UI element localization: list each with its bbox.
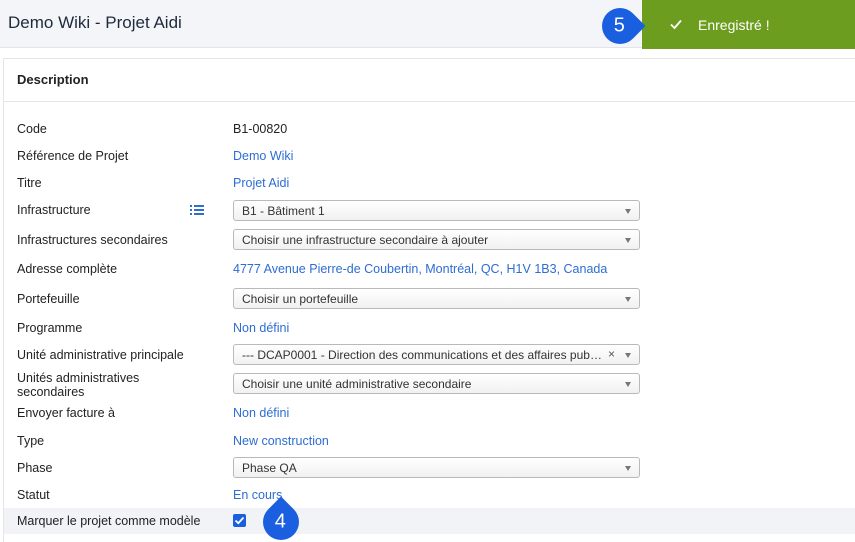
- portfolio-placeholder: Choisir un portefeuille: [242, 292, 359, 306]
- label-invoice-to: Envoyer facture à: [17, 406, 115, 420]
- label-status: Statut: [17, 488, 50, 502]
- label-main-unit: Unité administrative principale: [17, 348, 184, 362]
- label-title: Titre: [17, 176, 42, 190]
- chevron-down-icon: [625, 466, 631, 471]
- label-portfolio: Portefeuille: [17, 292, 80, 306]
- row-secondary-units: Unités administratives secondaires Chois…: [4, 369, 855, 399]
- row-status: Statut En cours: [4, 481, 855, 507]
- label-template: Marquer le projet comme modèle: [17, 514, 201, 528]
- infrastructure-select[interactable]: B1 - Bâtiment 1: [233, 200, 640, 221]
- check-icon: [670, 19, 682, 30]
- template-checkbox[interactable]: [233, 514, 246, 527]
- secondary-infra-placeholder: Choisir une infrastructure secondaire à …: [242, 233, 489, 247]
- link-program[interactable]: Non défini: [233, 321, 289, 335]
- description-panel: Description Code B1-00820 Référence de P…: [3, 58, 855, 542]
- chevron-down-icon: [625, 209, 631, 214]
- saved-toast: Enregistré !: [642, 0, 855, 49]
- main-unit-value: --- DCAP0001 - Direction des communicati…: [242, 348, 602, 362]
- phase-select-value: Phase QA: [242, 461, 297, 475]
- label-phase: Phase: [17, 461, 53, 475]
- toast-message: Enregistré !: [698, 17, 770, 33]
- label-program: Programme: [17, 321, 83, 335]
- close-icon[interactable]: ×: [608, 347, 615, 361]
- secondary-units-placeholder: Choisir une unité administrative seconda…: [242, 377, 472, 391]
- label-infrastructure: Infrastructure: [17, 203, 91, 217]
- label-secondary-infra: Infrastructures secondaires: [17, 233, 168, 247]
- row-secondary-infra: Infrastructures secondaires Choisir une …: [4, 226, 855, 252]
- secondary-units-select[interactable]: Choisir une unité administrative seconda…: [233, 373, 640, 394]
- value-code: B1-00820: [233, 122, 288, 136]
- link-status[interactable]: En cours: [233, 488, 282, 502]
- page-title: Demo Wiki - Projet Aidi: [8, 13, 182, 32]
- chevron-down-icon: [625, 238, 631, 243]
- list-icon[interactable]: [190, 204, 204, 216]
- portfolio-select[interactable]: Choisir un portefeuille: [233, 288, 640, 309]
- secondary-infra-select[interactable]: Choisir une infrastructure secondaire à …: [233, 229, 640, 250]
- label-address: Adresse complète: [17, 262, 118, 276]
- label-secondary-units: Unités administratives secondaires: [17, 371, 140, 399]
- row-address: Adresse complète 4777 Avenue Pierre-de C…: [4, 256, 855, 282]
- row-type: Type New construction: [4, 427, 855, 453]
- row-program: Programme Non défini: [4, 314, 855, 340]
- link-title[interactable]: Projet Aidi: [233, 176, 289, 190]
- label-type: Type: [17, 434, 45, 448]
- step-badge-4-label: 4: [275, 510, 287, 533]
- chevron-down-icon: [625, 382, 631, 387]
- row-portfolio: Portefeuille Choisir un portefeuille: [4, 285, 855, 311]
- row-phase: Phase Phase QA: [4, 454, 855, 480]
- chevron-down-icon: [625, 353, 631, 358]
- row-project-ref: Référence de Projet Demo Wiki: [4, 143, 855, 169]
- link-type[interactable]: New construction: [233, 434, 329, 448]
- check-icon: [234, 516, 245, 525]
- step-badge-5-label: 5: [614, 14, 626, 37]
- row-invoice-to: Envoyer facture à Non défini: [4, 400, 855, 426]
- label-code: Code: [17, 122, 47, 136]
- main-unit-select[interactable]: --- DCAP0001 - Direction des communicati…: [233, 344, 640, 365]
- phase-select[interactable]: Phase QA: [233, 457, 640, 478]
- panel-title: Description: [17, 72, 89, 87]
- infrastructure-select-value: B1 - Bâtiment 1: [242, 204, 325, 218]
- panel-divider: [4, 101, 855, 102]
- label-project-ref: Référence de Projet: [17, 149, 129, 163]
- link-address[interactable]: 4777 Avenue Pierre-de Coubertin, Montréa…: [233, 262, 607, 276]
- row-code: Code B1-00820: [4, 116, 855, 142]
- link-invoice-to[interactable]: Non défini: [233, 406, 289, 420]
- row-infrastructure: Infrastructure B1 - Bâtiment 1: [4, 197, 855, 223]
- chevron-down-icon: [625, 297, 631, 302]
- row-template: Marquer le projet comme modèle: [4, 508, 855, 534]
- row-main-unit: Unité administrative principale --- DCAP…: [4, 342, 855, 368]
- link-project-ref[interactable]: Demo Wiki: [233, 149, 293, 163]
- row-title: Titre Projet Aidi: [4, 170, 855, 196]
